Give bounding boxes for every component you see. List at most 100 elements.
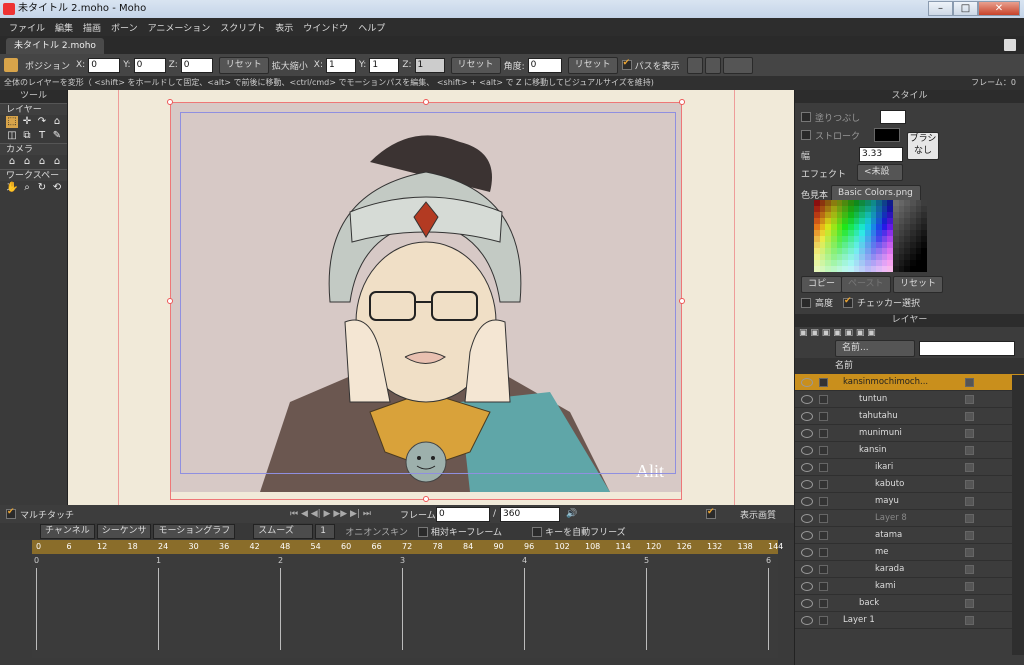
menu-bone[interactable]: ボーン — [111, 21, 138, 34]
layer-toolbar[interactable]: ▣ ▣ ▣ ▣ ▣ ▣ ▣ — [799, 328, 876, 338]
bbox-handle[interactable] — [423, 496, 429, 502]
layer-color-box[interactable] — [965, 480, 974, 489]
layer-color-box[interactable] — [965, 531, 974, 540]
tab-motion-graph[interactable]: モーショングラフ — [153, 524, 236, 539]
scale-y-field[interactable]: 1 — [369, 57, 400, 73]
layer-row[interactable]: atama — [795, 527, 1024, 544]
layer-lock-box[interactable] — [819, 616, 828, 625]
layer-row[interactable]: mayu — [795, 493, 1024, 510]
set-origin-tool-icon[interactable]: ◫ — [6, 130, 18, 142]
visibility-eye-icon[interactable] — [801, 582, 813, 591]
camera-track-icon[interactable]: ⌂ — [6, 156, 18, 168]
transform-layer-tool-icon[interactable]: ⬚ — [6, 116, 18, 128]
layer-color-box[interactable] — [965, 463, 974, 472]
canvas-area[interactable]: Alit — [68, 90, 794, 505]
camera-zoom-icon[interactable]: ⌂ — [21, 156, 33, 168]
menu-view[interactable]: 表示 — [275, 21, 293, 34]
tab-sequencer[interactable]: シーケンサ — [96, 524, 152, 539]
visibility-eye-icon[interactable] — [801, 395, 813, 404]
layer-lock-box[interactable] — [819, 429, 828, 438]
document-tab[interactable]: 未タイトル 2.moho — [6, 38, 104, 54]
stroke-color-swatch[interactable] — [874, 128, 901, 142]
width-field[interactable]: 3.33 — [859, 147, 903, 162]
layer-filter-dropdown[interactable]: 名前... — [835, 340, 915, 357]
book-icon[interactable] — [1004, 39, 1016, 51]
visibility-eye-icon[interactable] — [801, 599, 813, 608]
volume-icon[interactable]: 🔊 — [566, 509, 577, 519]
visibility-eye-icon[interactable] — [801, 548, 813, 557]
orbit-icon[interactable]: ⟲ — [51, 182, 63, 194]
scale-z-field[interactable]: 1 — [414, 57, 445, 73]
layer-row[interactable]: kansinmochimoch... — [795, 374, 1024, 391]
layer-row[interactable]: tuntun — [795, 391, 1024, 408]
layer-row[interactable]: kabuto — [795, 476, 1024, 493]
bbox-handle[interactable] — [167, 99, 173, 105]
menu-script[interactable]: スクリプト — [220, 21, 265, 34]
bone-tool-icon[interactable]: ⌂ — [51, 116, 63, 128]
layer-row[interactable]: back — [795, 595, 1024, 612]
bbox-handle[interactable] — [679, 99, 685, 105]
layer-row[interactable]: karada — [795, 561, 1024, 578]
layer-lock-box[interactable] — [819, 446, 828, 455]
camera-pan-icon[interactable]: ⌂ — [51, 156, 63, 168]
position-reset-button[interactable]: リセット — [218, 56, 269, 74]
layer-name-column[interactable]: 名前 — [835, 358, 853, 374]
layer-scrollbar[interactable] — [1012, 375, 1024, 655]
text-tool-icon[interactable]: T — [36, 130, 48, 142]
layer-color-box[interactable] — [965, 497, 974, 506]
checker-select-checkbox[interactable] — [843, 296, 854, 308]
visibility-eye-icon[interactable] — [801, 429, 813, 438]
bbox-handle[interactable] — [679, 298, 685, 304]
switch-layer-tool-icon[interactable]: ⧉ — [21, 130, 33, 142]
add-point-tool-icon[interactable]: ✛ — [21, 116, 33, 128]
visibility-eye-icon[interactable] — [801, 616, 813, 625]
layer-color-box[interactable] — [965, 412, 974, 421]
layer-color-box[interactable] — [965, 446, 974, 455]
layer-lock-box[interactable] — [819, 497, 828, 506]
layer-color-box[interactable] — [965, 616, 974, 625]
layer-color-box[interactable] — [965, 565, 974, 574]
align-dropdown-icon[interactable] — [722, 56, 753, 74]
layer-row[interactable]: Layer 1 — [795, 612, 1024, 629]
layer-search-field[interactable] — [919, 341, 1015, 356]
playback-controls[interactable]: ⏮ ◀ ◀| ▶ ▶▶ ▶| ⏭ — [290, 509, 371, 519]
timeline-tracks[interactable]: 0 1 2 3 4 5 6 — [32, 554, 778, 658]
bbox-handle[interactable] — [423, 99, 429, 105]
frame-ruler[interactable]: 0 6 12 18 24 30 36 42 48 54 60 66 72 78 84 90 96 102 108 11… — [32, 540, 783, 554]
multitouch-checkbox[interactable] — [6, 507, 16, 519]
reset-style-button[interactable]: リセット — [893, 276, 944, 293]
selection-bbox[interactable] — [170, 102, 682, 500]
onion-skin-label[interactable]: オニオンスキン — [345, 525, 408, 538]
zoom-icon[interactable]: ⌕ — [21, 182, 33, 194]
layer-row[interactable]: kami — [795, 578, 1024, 595]
visibility-eye-icon[interactable] — [801, 378, 813, 387]
layer-color-box[interactable] — [965, 429, 974, 438]
advanced-checkbox[interactable] — [801, 297, 811, 308]
menu-file[interactable]: ファイル — [9, 21, 45, 34]
layer-row[interactable]: ikari — [795, 459, 1024, 476]
menu-help[interactable]: ヘルプ — [358, 21, 385, 34]
total-frames-field[interactable]: 360 — [500, 507, 560, 522]
position-x-field[interactable]: 0 — [88, 57, 121, 73]
frame-field[interactable]: 0 — [436, 507, 490, 522]
interp-count[interactable]: 1 — [315, 524, 336, 539]
layer-row[interactable]: tahutahu — [795, 408, 1024, 425]
bbox-handle[interactable] — [167, 298, 173, 304]
position-z-field[interactable]: 0 — [180, 57, 213, 73]
angle-reset-button[interactable]: リセット — [567, 56, 618, 74]
visibility-eye-icon[interactable] — [801, 480, 813, 489]
relative-key-checkbox[interactable] — [417, 526, 428, 537]
visibility-eye-icon[interactable] — [801, 463, 813, 472]
scale-x-field[interactable]: 1 — [326, 57, 356, 73]
layer-color-box[interactable] — [965, 548, 974, 557]
layer-lock-box[interactable] — [819, 480, 828, 489]
angle-field[interactable]: 0 — [527, 57, 562, 73]
layer-row[interactable]: me — [795, 544, 1024, 561]
position-y-field[interactable]: 0 — [133, 57, 166, 73]
fill-color-swatch[interactable] — [880, 110, 907, 124]
visibility-eye-icon[interactable] — [801, 446, 813, 455]
layer-color-box[interactable] — [965, 582, 974, 591]
layer-color-box[interactable] — [965, 378, 974, 387]
curve-tool-icon[interactable]: ↷ — [36, 116, 48, 128]
menu-animation[interactable]: アニメーション — [148, 21, 211, 34]
